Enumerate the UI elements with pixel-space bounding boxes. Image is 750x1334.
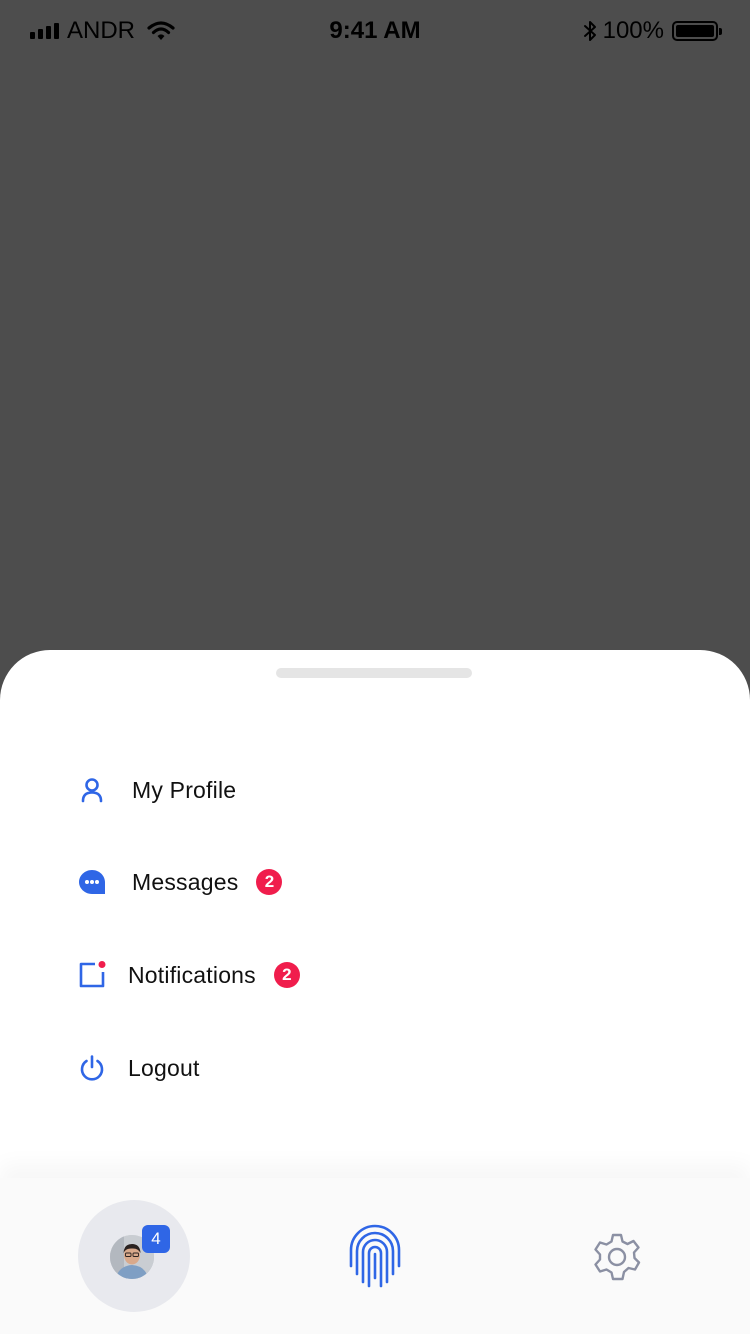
sheet-drag-handle[interactable]: [276, 668, 472, 678]
battery-percent: 100%: [602, 17, 664, 44]
battery-icon: [672, 21, 722, 41]
menu-label-logout: Logout: [128, 1054, 200, 1081]
notification-square-icon: [78, 961, 106, 989]
power-icon: [78, 1054, 106, 1082]
menu-item-logout[interactable]: Logout: [78, 1043, 200, 1093]
user-icon: [78, 776, 106, 804]
fingerprint-icon[interactable]: [348, 1224, 402, 1288]
menu-label-messages: Messages: [132, 868, 239, 895]
menu-item-notifications[interactable]: Notifications 2: [78, 950, 300, 1000]
menu-item-messages[interactable]: Messages 2: [78, 857, 283, 907]
menu-label-my-profile: My Profile: [132, 776, 237, 803]
gear-icon[interactable]: [592, 1232, 642, 1282]
bottom-tab-bar: 4: [0, 1178, 750, 1334]
menu-item-my-profile[interactable]: My Profile: [78, 765, 236, 815]
menu-label-notifications: Notifications: [128, 961, 256, 988]
bottom-sheet: My Profile Messages 2 Notifications 2 Lo…: [0, 650, 750, 1334]
chat-bubble-icon: [78, 868, 106, 896]
messages-count-badge: 2: [256, 869, 283, 895]
status-bar: ANDR 9:41 AM 100%: [0, 0, 750, 62]
bluetooth-icon: [583, 21, 596, 41]
notifications-count-badge: 2: [273, 962, 300, 988]
status-right: 100%: [583, 17, 722, 44]
profile-count-badge: 4: [142, 1225, 170, 1253]
tab-profile-avatar[interactable]: 4: [78, 1200, 190, 1312]
